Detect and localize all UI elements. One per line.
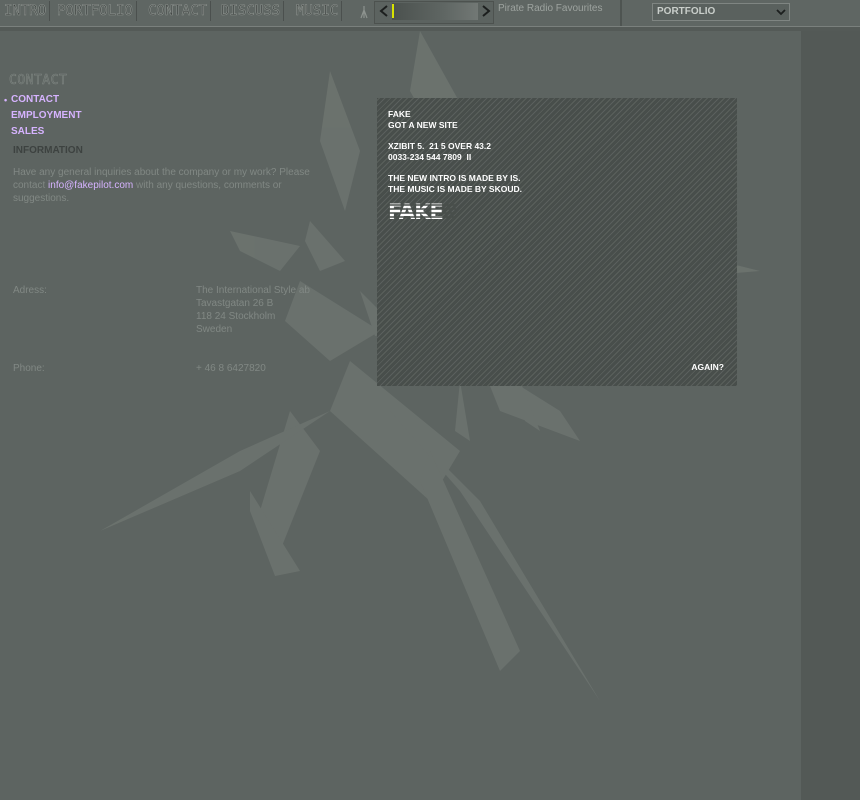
submenu-item-sales[interactable]: SALES <box>4 124 82 140</box>
right-margin-strip <box>801 31 860 800</box>
phone-number: + 46 8 6427820 <box>196 363 266 374</box>
information-text: Have any general inquiries about the com… <box>13 166 323 205</box>
submenu-label: SALES <box>11 126 45 137</box>
again-link[interactable]: AGAIN? <box>691 362 724 372</box>
top-navigation-bar: INTRO PORTFOLIO CONTACT DISCUSS MUSIC Pi… <box>0 0 860 27</box>
news-popup: FAKE GOT A NEW SITE XZIBIT 5. 21 5 OVER … <box>377 98 737 386</box>
popup-line: THE NEW INTRO IS MADE BY IS. <box>388 173 521 183</box>
popup-line: THE MUSIC IS MADE BY SKOUD. <box>388 184 522 194</box>
address-line: The International Style ab <box>196 285 310 296</box>
phone-label: Phone: <box>13 363 45 374</box>
popup-line: FAKE <box>388 109 411 119</box>
information-title: INFORMATION <box>13 145 83 156</box>
section-dropdown-value: PORTFOLIO <box>657 6 716 17</box>
submenu-label: CONTACT <box>11 94 60 105</box>
next-track-icon[interactable] <box>480 4 492 18</box>
popup-line: XZIBIT 5. 21 5 OVER 43.2 <box>388 141 491 151</box>
popup-line: 0033-234 544 7809 II <box>388 152 472 162</box>
submenu-label: EMPLOYMENT <box>11 110 82 121</box>
address-line: Sweden <box>196 324 233 335</box>
chevron-down-icon <box>776 9 786 16</box>
nav-intro[interactable]: INTRO <box>4 1 51 21</box>
submenu-bullet: • <box>4 95 8 105</box>
submenu-item-contact[interactable]: • CONTACT <box>4 92 82 108</box>
email-link[interactable]: info@fakepilot.com <box>48 180 133 191</box>
radio-station-label: Pirate Radio Favourites <box>498 3 603 14</box>
submenu-item-employment[interactable]: EMPLOYMENT <box>4 108 82 124</box>
toolbar-divider <box>620 0 622 26</box>
nav-portfolio[interactable]: PORTFOLIO <box>57 1 137 21</box>
section-dropdown[interactable]: PORTFOLIO <box>652 3 790 21</box>
address-line: Tavastgatan 26 B <box>196 298 274 309</box>
antenna-icon <box>360 6 368 19</box>
address-label: Adress: <box>13 285 47 296</box>
previous-track-icon[interactable] <box>378 4 390 18</box>
radio-track-slider[interactable] <box>392 3 478 20</box>
contact-heading: CONTACT <box>9 73 68 89</box>
nav-contact[interactable]: CONTACT <box>148 1 212 21</box>
fake-logo-text: FAKE <box>388 200 443 222</box>
nav-discuss[interactable]: DISCUSS <box>221 1 285 21</box>
nav-music[interactable]: MUSIC <box>296 1 343 21</box>
address-line: 118 24 Stockholm <box>196 311 276 322</box>
popup-line: GOT A NEW SITE <box>388 120 458 130</box>
contact-submenu: • CONTACT EMPLOYMENT SALES <box>4 92 82 140</box>
radio-position-marker <box>392 4 394 18</box>
fake-logo: FAKE <box>388 200 456 222</box>
